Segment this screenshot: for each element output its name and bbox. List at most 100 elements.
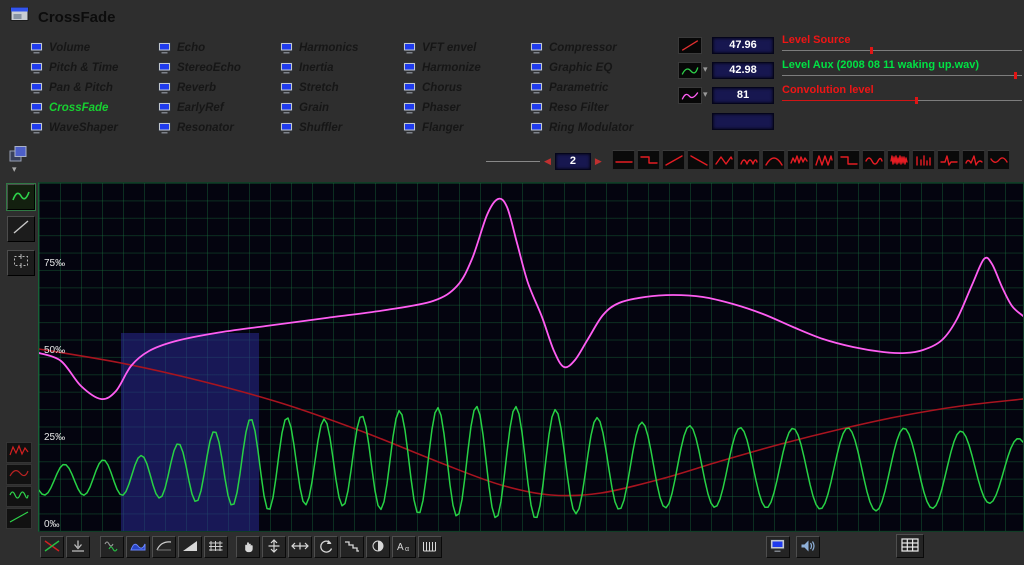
vertical-zoom-button[interactable]: [262, 536, 286, 558]
effect-monitor-icon: [158, 42, 171, 54]
effect-item-reverb[interactable]: Reverb: [158, 78, 241, 98]
effect-item-vft-envel[interactable]: VFT envel: [403, 38, 481, 58]
effect-item-stereoecho[interactable]: StereoEcho: [158, 58, 241, 78]
level-params-panel: 47.96 Level Source ▾ 42.98 Level Aux (2008 0…: [678, 0, 1024, 140]
green-ramp-view-button[interactable]: [6, 508, 32, 529]
param-slider[interactable]: [782, 72, 1022, 83]
shape-wave-spike-button[interactable]: [962, 150, 985, 170]
effect-item-chorus[interactable]: Chorus: [403, 78, 481, 98]
pan-tool-button[interactable]: [236, 536, 260, 558]
effect-item-phaser[interactable]: Phaser: [403, 98, 481, 118]
param-dropdown-arrow[interactable]: ▾: [703, 89, 708, 100]
shape-dense-noise-button[interactable]: [887, 150, 910, 170]
export-curve-button[interactable]: [66, 536, 90, 558]
rotate-curve-button[interactable]: [314, 536, 338, 558]
shape-ramp-down-button[interactable]: [687, 150, 710, 170]
preset-prev-button[interactable]: ◀: [544, 154, 551, 169]
shape-ramp-up-button[interactable]: [662, 150, 685, 170]
effect-item-parametric[interactable]: Parametric: [530, 78, 633, 98]
param-slider[interactable]: [782, 97, 1022, 108]
layers-menu-button[interactable]: [8, 145, 32, 165]
horizontal-zoom-button[interactable]: [288, 536, 312, 558]
preset-slider-line[interactable]: [486, 160, 540, 163]
preset-value[interactable]: 2: [554, 153, 591, 170]
effect-item-reso-filter[interactable]: Reso Filter: [530, 98, 633, 118]
param-label: Level Aux (2008 08 11 waking up.wav): [782, 59, 980, 71]
label-size-button[interactable]: Aα: [392, 536, 416, 558]
effect-item-waveshaper[interactable]: WaveShaper: [30, 118, 118, 138]
effect-item-harmonics[interactable]: Harmonics: [280, 38, 358, 58]
monitor-output-button[interactable]: [766, 536, 790, 558]
effect-item-graphic-eq[interactable]: Graphic EQ: [530, 58, 633, 78]
param-value-field-4[interactable]: [712, 113, 774, 130]
shape-sine-button[interactable]: [862, 150, 885, 170]
green-wave-view-button[interactable]: [6, 486, 32, 507]
shape-step-down-button[interactable]: [637, 150, 660, 170]
effect-item-ring-modulator[interactable]: Ring Modulator: [530, 118, 633, 138]
effect-monitor-icon: [530, 122, 543, 134]
param-dropdown-arrow[interactable]: ▾: [703, 64, 708, 75]
param-row-3: ▾ 81 Convolution level: [678, 84, 1024, 108]
y-axis-tick-label: 25‰: [44, 432, 66, 443]
audio-preview-button[interactable]: [796, 536, 820, 558]
effect-item-grain[interactable]: Grain: [280, 98, 358, 118]
red-zigzag-view-button[interactable]: [6, 442, 32, 463]
effect-item-compressor[interactable]: Compressor: [530, 38, 633, 58]
shape-heartbeat-button[interactable]: [937, 150, 960, 170]
red-line-icon[interactable]: [678, 37, 702, 54]
effect-item-label: Harmonics: [299, 42, 359, 54]
shape-spikes-button[interactable]: [812, 150, 835, 170]
shape-sine-soft-button[interactable]: [987, 150, 1010, 170]
marquee-tool-button[interactable]: [7, 250, 35, 276]
grid-toggle-button[interactable]: [204, 536, 228, 558]
envelope-plot[interactable]: 75‰ 50‰ 25‰ 0‰: [38, 182, 1024, 532]
pages-grid-button[interactable]: [896, 534, 924, 558]
param-value-field-1[interactable]: 47.96: [712, 37, 774, 54]
effect-monitor-icon: [530, 42, 543, 54]
shape-pulses-button[interactable]: [912, 150, 935, 170]
preset-next-button[interactable]: ▶: [595, 154, 602, 169]
effect-monitor-icon: [158, 62, 171, 74]
slider-tick[interactable]: [915, 97, 919, 104]
effect-item-volume[interactable]: Volume: [30, 38, 118, 58]
shape-noise-burst-button[interactable]: [787, 150, 810, 170]
effect-item-flanger[interactable]: Flanger: [403, 118, 481, 138]
density-comb-button[interactable]: [418, 536, 442, 558]
effect-item-earlyref[interactable]: EarlyRef: [158, 98, 241, 118]
effect-item-pitch-time[interactable]: Pitch & Time: [30, 58, 118, 78]
line-tool-button[interactable]: [7, 216, 35, 242]
shape-humps-button[interactable]: [737, 150, 760, 170]
effect-item-stretch[interactable]: Stretch: [280, 78, 358, 98]
effect-item-label: Shuffler: [299, 122, 343, 134]
effect-item-shuffler[interactable]: Shuffler: [280, 118, 358, 138]
contrast-button[interactable]: [366, 536, 390, 558]
shape-square-step-button[interactable]: [837, 150, 860, 170]
quantize-steps-button[interactable]: [340, 536, 364, 558]
effect-item-pan-pitch[interactable]: Pan & Pitch: [30, 78, 118, 98]
param-value-field-3[interactable]: 81: [712, 87, 774, 104]
crossfade-display-button[interactable]: [40, 536, 64, 558]
plot-selection[interactable]: [121, 333, 259, 531]
effect-item-echo[interactable]: Echo: [158, 38, 241, 58]
effects-column-1: Volume Pitch & Time Pan & Pitch CrossFade Wa…: [30, 38, 118, 138]
red-curve-view-button[interactable]: [6, 464, 32, 485]
effect-item-harmonize[interactable]: Harmonize: [403, 58, 481, 78]
shape-flat-button[interactable]: [612, 150, 635, 170]
wave-view-button[interactable]: [126, 536, 150, 558]
effect-item-inertia[interactable]: Inertia: [280, 58, 358, 78]
ramp-view-button[interactable]: [178, 536, 202, 558]
layers-dropdown-arrow[interactable]: ▾: [12, 164, 17, 175]
curve-view-button[interactable]: [152, 536, 176, 558]
shape-bump-button[interactable]: [762, 150, 785, 170]
green-curve-icon[interactable]: [678, 62, 702, 79]
slider-tick[interactable]: [1013, 72, 1017, 79]
mini-waves-button[interactable]: [100, 536, 124, 558]
param-slider[interactable]: [782, 47, 1022, 58]
effect-item-resonator[interactable]: Resonator: [158, 118, 241, 138]
green-curve-tool-button[interactable]: [6, 183, 36, 211]
effect-item-crossfade[interactable]: CrossFade: [30, 98, 118, 118]
magenta-curve-icon[interactable]: [678, 87, 702, 104]
shape-triangle-button[interactable]: [712, 150, 735, 170]
param-value-field-2[interactable]: 42.98: [712, 62, 774, 79]
slider-tick[interactable]: [869, 47, 873, 54]
